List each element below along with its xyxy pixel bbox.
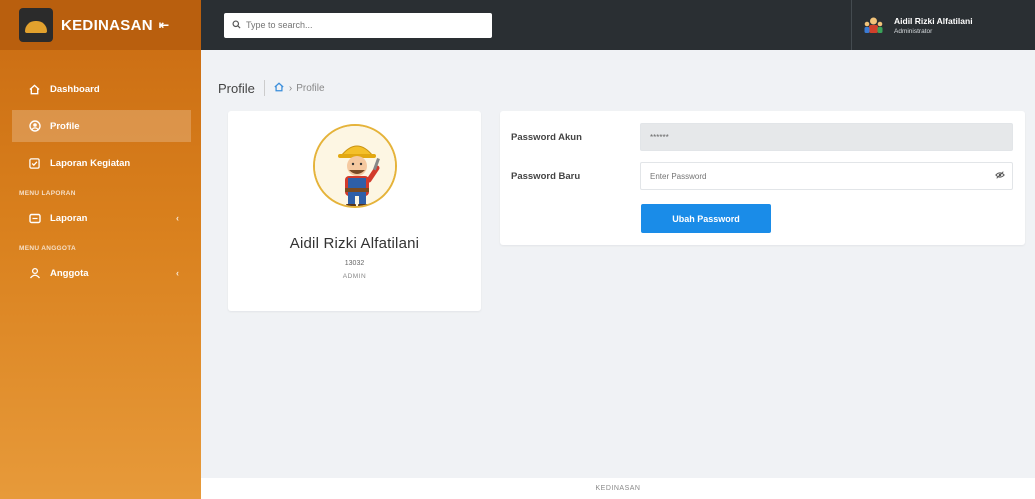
sidebar-item-label: Anggota [50,267,89,279]
current-password-row: Password Akun ****** [511,123,1013,151]
sidebar-item-label: Laporan [50,212,88,224]
user-info: Aidil Rizki Alfatilani Administrator [894,16,973,35]
sidebar-item-laporan-kegiatan[interactable]: Laporan Kegiatan [0,147,201,179]
brand-name: KEDINASAN [61,16,153,34]
search-box[interactable] [224,12,492,38]
sidebar-item-laporan[interactable]: Laporan ‹ [0,202,201,234]
search-icon [232,19,241,31]
user-menu[interactable]: Aidil Rizki Alfatilani Administrator [851,0,1035,50]
profile-nik: 13032 [344,260,365,267]
breadcrumb: › Profile [274,81,325,95]
brand[interactable]: KEDINASAN ⇤ [0,0,201,50]
user-name: Aidil Rizki Alfatilani [894,15,973,26]
sidebar-toggle-icon[interactable]: ⇤ [159,18,169,32]
sidebar-item-profile[interactable]: Profile [12,110,191,142]
sidebar-item-label: Profile [50,120,80,132]
menu-heading-laporan: MENU LAPORAN [19,189,76,197]
new-password-wrapper [640,162,1013,190]
current-password-label: Password Akun [511,131,582,143]
sidebar-menu: Dashboard Profile Laporan Kegiatan MENU … [0,50,201,289]
search-input[interactable] [246,20,476,30]
user-avatar [863,15,884,36]
menu-heading-anggota: MENU ANGGOTA [19,244,77,252]
sidebar-item-dashboard[interactable]: Dashboard [0,73,201,105]
page-title: Profile [218,80,255,96]
user-role: Administrator [894,27,933,35]
page-header: Profile › Profile [218,80,325,96]
home-icon [28,83,41,96]
topbar: Aidil Rizki Alfatilani Administrator [201,0,1035,50]
divider [263,80,265,96]
breadcrumb-home-icon[interactable] [274,81,284,95]
profile-card: Aidil Rizki Alfatilani 13032 ADMIN [228,111,481,311]
new-password-row: Password Baru [511,162,1013,190]
change-password-button[interactable]: Ubah Password [641,204,771,233]
breadcrumb-chevron-icon: › [288,82,293,94]
footer: KEDINASAN [201,478,1035,499]
chevron-left-icon: ‹ [176,268,179,278]
current-password-field: ****** [640,123,1013,151]
footer-text: KEDINASAN [595,485,641,492]
breadcrumb-current: Profile [296,82,325,94]
eye-slash-icon[interactable] [995,171,1005,181]
report-icon [28,212,41,225]
sidebar-item-label: Dashboard [50,83,100,95]
user-icon [28,267,41,280]
new-password-label: Password Baru [511,170,581,182]
profile-icon [28,120,41,133]
chevron-left-icon: ‹ [176,213,179,223]
new-password-input[interactable] [640,162,1013,190]
sidebar-item-label: Laporan Kegiatan [50,157,131,169]
profile-role: ADMIN [342,273,367,280]
password-card: Password Akun ****** Password Baru Ubah … [500,111,1025,245]
profile-name: Aidil Rizki Alfatilani [289,235,420,252]
sidebar-item-anggota[interactable]: Anggota ‹ [0,257,201,289]
sidebar: KEDINASAN ⇤ Dashboard Profile Laporan Ke… [0,0,201,499]
brand-logo [19,8,53,42]
checklist-icon [28,157,41,170]
profile-avatar [312,124,397,208]
